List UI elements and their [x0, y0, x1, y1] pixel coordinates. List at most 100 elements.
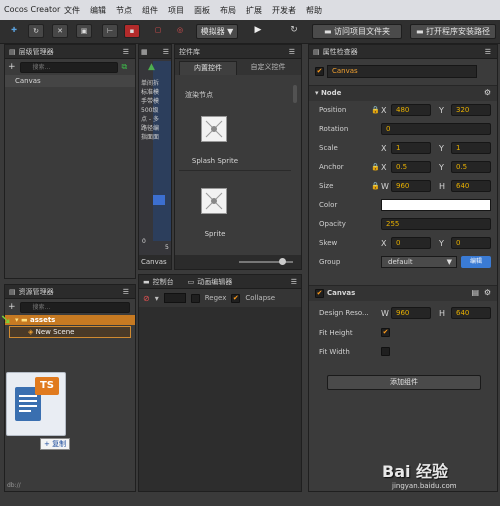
scene-label: 500级	[141, 107, 159, 114]
rotation-row: Rotation 0	[309, 120, 497, 139]
node-settings-icon[interactable]: ⚙	[484, 88, 491, 97]
open-install-path-button[interactable]: ▬ 打开程序安装路径	[410, 24, 496, 39]
node-section-header[interactable]: ▾ Node ⚙	[309, 85, 497, 101]
size-w-axis: W	[381, 182, 389, 191]
rotation-input[interactable]: 0	[381, 123, 491, 135]
design-height-input[interactable]: 640	[451, 307, 491, 319]
pivot-tool-icon[interactable]: ⊢	[102, 24, 118, 38]
rotate-tool-icon[interactable]: ↻	[28, 24, 44, 38]
scale-x-input[interactable]: 1	[391, 142, 431, 154]
open-project-folder-button[interactable]: ▬ 访问项目文件夹	[312, 24, 402, 39]
move-tool-icon[interactable]: ✚	[6, 24, 22, 38]
opacity-label: Opacity	[319, 220, 346, 228]
widget-section-title: 渲染节点	[185, 91, 213, 99]
menu-node[interactable]: 节点	[116, 5, 132, 16]
fit-height-checkbox[interactable]: ✔	[381, 328, 390, 337]
scene-selection-rect[interactable]	[153, 195, 165, 205]
global-tool-icon[interactable]: ▢	[150, 24, 166, 38]
sprite-icon[interactable]	[201, 188, 227, 214]
app-title: Cocos Creator	[4, 5, 61, 14]
local-tool-icon[interactable]: ▪	[124, 24, 140, 38]
menu-help[interactable]: 帮助	[306, 5, 322, 16]
node-name-input[interactable]: Canvas	[327, 65, 477, 78]
fit-height-label: Fit Height	[319, 329, 353, 337]
widget-library-menu-icon[interactable]: ☰	[289, 48, 295, 56]
canvas-enabled-checkbox[interactable]: ✔	[315, 289, 324, 298]
watermark-logo-text: Bai 经验	[382, 462, 449, 481]
group-select[interactable]: default ▼	[381, 256, 457, 268]
console-title[interactable]: 控制台	[153, 277, 174, 287]
add-node-icon[interactable]: +	[8, 62, 16, 72]
size-h-input[interactable]: 640	[451, 180, 491, 192]
assets-folder-row[interactable]: ▾ ▬ assets	[5, 315, 135, 325]
widget-library-panel: 控件库 ☰ 内置控件 自定义控件 渲染节点 Splash Sprite Spri…	[174, 44, 302, 270]
asset-scene-row[interactable]: ◈ New Scene	[9, 326, 131, 338]
anchor-x-input[interactable]: 0.5	[391, 161, 431, 173]
assets-search-input[interactable]: 搜索...	[19, 301, 130, 313]
menu-project[interactable]: 项目	[168, 5, 184, 16]
design-width-input[interactable]: 960	[391, 307, 431, 319]
skew-y-input[interactable]: 0	[451, 237, 491, 249]
hierarchy-search-input[interactable]: 搜索...	[19, 61, 118, 73]
console-menu-icon[interactable]: ☰	[291, 278, 297, 286]
anchor-y-input[interactable]: 0.5	[451, 161, 491, 173]
anchor-lock-icon[interactable]: 🔒	[371, 163, 380, 171]
play-icon[interactable]: ▶	[250, 24, 266, 38]
tab-custom-widgets[interactable]: 自定义控件	[239, 61, 297, 75]
add-component-button[interactable]: 添加组件	[327, 375, 481, 390]
inspector-menu-icon[interactable]: ☰	[485, 48, 491, 56]
hierarchy-item-canvas[interactable]: Canvas	[5, 75, 135, 87]
regex-checkbox[interactable]	[190, 293, 200, 303]
menu-edit[interactable]: 编辑	[90, 5, 106, 16]
design-resolution-label: Design Reso...	[319, 309, 369, 317]
skew-x-input[interactable]: 0	[391, 237, 431, 249]
toolbar: ✚ ↻ ✕ ▣ ⊢ ▪ ▢ ◎ 模拟器 ▼ ▶ ↻ ▬ 访问项目文件夹 ▬ 打开…	[0, 20, 500, 44]
widget-library-scrollbar[interactable]	[293, 85, 297, 103]
add-asset-icon[interactable]: +	[8, 302, 16, 312]
assets-menu-icon[interactable]: ☰	[123, 288, 129, 296]
panel-menu-icon[interactable]: ☰	[123, 48, 129, 56]
clear-console-icon[interactable]: ⊘	[143, 294, 150, 303]
rect-tool-icon[interactable]: ▣	[76, 24, 92, 38]
animation-editor-tab[interactable]: 动画编辑器	[197, 277, 232, 287]
menu-component[interactable]: 组件	[142, 5, 158, 16]
menu-layout[interactable]: 布局	[220, 5, 236, 16]
menu-panel[interactable]: 面板	[194, 5, 210, 16]
zoom-slider-thumb[interactable]	[279, 258, 286, 265]
fit-width-checkbox[interactable]	[381, 347, 390, 356]
scene-label: 单间拆	[141, 80, 160, 87]
splash-sprite-icon[interactable]	[201, 116, 227, 142]
console-header: ▬ 控制台 ▭ 动画编辑器 ☰	[139, 275, 301, 289]
simulator-select[interactable]: 模拟器 ▼	[196, 24, 238, 39]
console-filter-icon[interactable]: ▾	[155, 294, 159, 303]
size-lock-icon[interactable]: 🔒	[371, 182, 380, 190]
link-icon[interactable]: ⧉	[122, 62, 128, 72]
menu-developer[interactable]: 开发者	[272, 5, 296, 16]
scene-menu-icon[interactable]: ☰	[163, 48, 169, 56]
watermark-url: jingyan.baidu.com	[392, 482, 457, 490]
console-filter-input[interactable]	[163, 293, 186, 303]
scale-tool-icon[interactable]: ✕	[52, 24, 68, 38]
color-swatch[interactable]	[381, 199, 491, 211]
ts-badge: TS	[35, 377, 59, 395]
menu-extension[interactable]: 扩展	[246, 5, 262, 16]
opacity-input[interactable]: 255	[381, 218, 491, 230]
snap-icon[interactable]: ◎	[172, 24, 188, 38]
size-w-input[interactable]: 960	[391, 180, 431, 192]
canvas-help-icon[interactable]: ▤	[471, 288, 479, 297]
node-name-row: ✔ Canvas	[309, 59, 497, 85]
canvas-settings-icon[interactable]: ⚙	[484, 288, 491, 297]
canvas-section-header[interactable]: ✔ Canvas ▤ ⚙	[309, 285, 497, 301]
node-active-checkbox[interactable]: ✔	[315, 67, 324, 76]
menu-file[interactable]: 文件	[64, 5, 80, 16]
position-y-input[interactable]: 320	[451, 104, 491, 116]
tab-builtin-widgets[interactable]: 内置控件	[179, 61, 237, 75]
collapse-checkbox[interactable]: ✔	[231, 293, 241, 303]
refresh-icon[interactable]: ↻	[286, 24, 302, 38]
assets-header: ▤ 资源管理器 ☰	[5, 285, 135, 299]
group-edit-button[interactable]: 编辑	[461, 256, 491, 268]
position-x-input[interactable]: 480	[391, 104, 431, 116]
lock-icon[interactable]: 🔒	[371, 106, 380, 114]
open-project-folder-label: 访问项目文件夹	[334, 27, 391, 36]
scale-y-input[interactable]: 1	[451, 142, 491, 154]
